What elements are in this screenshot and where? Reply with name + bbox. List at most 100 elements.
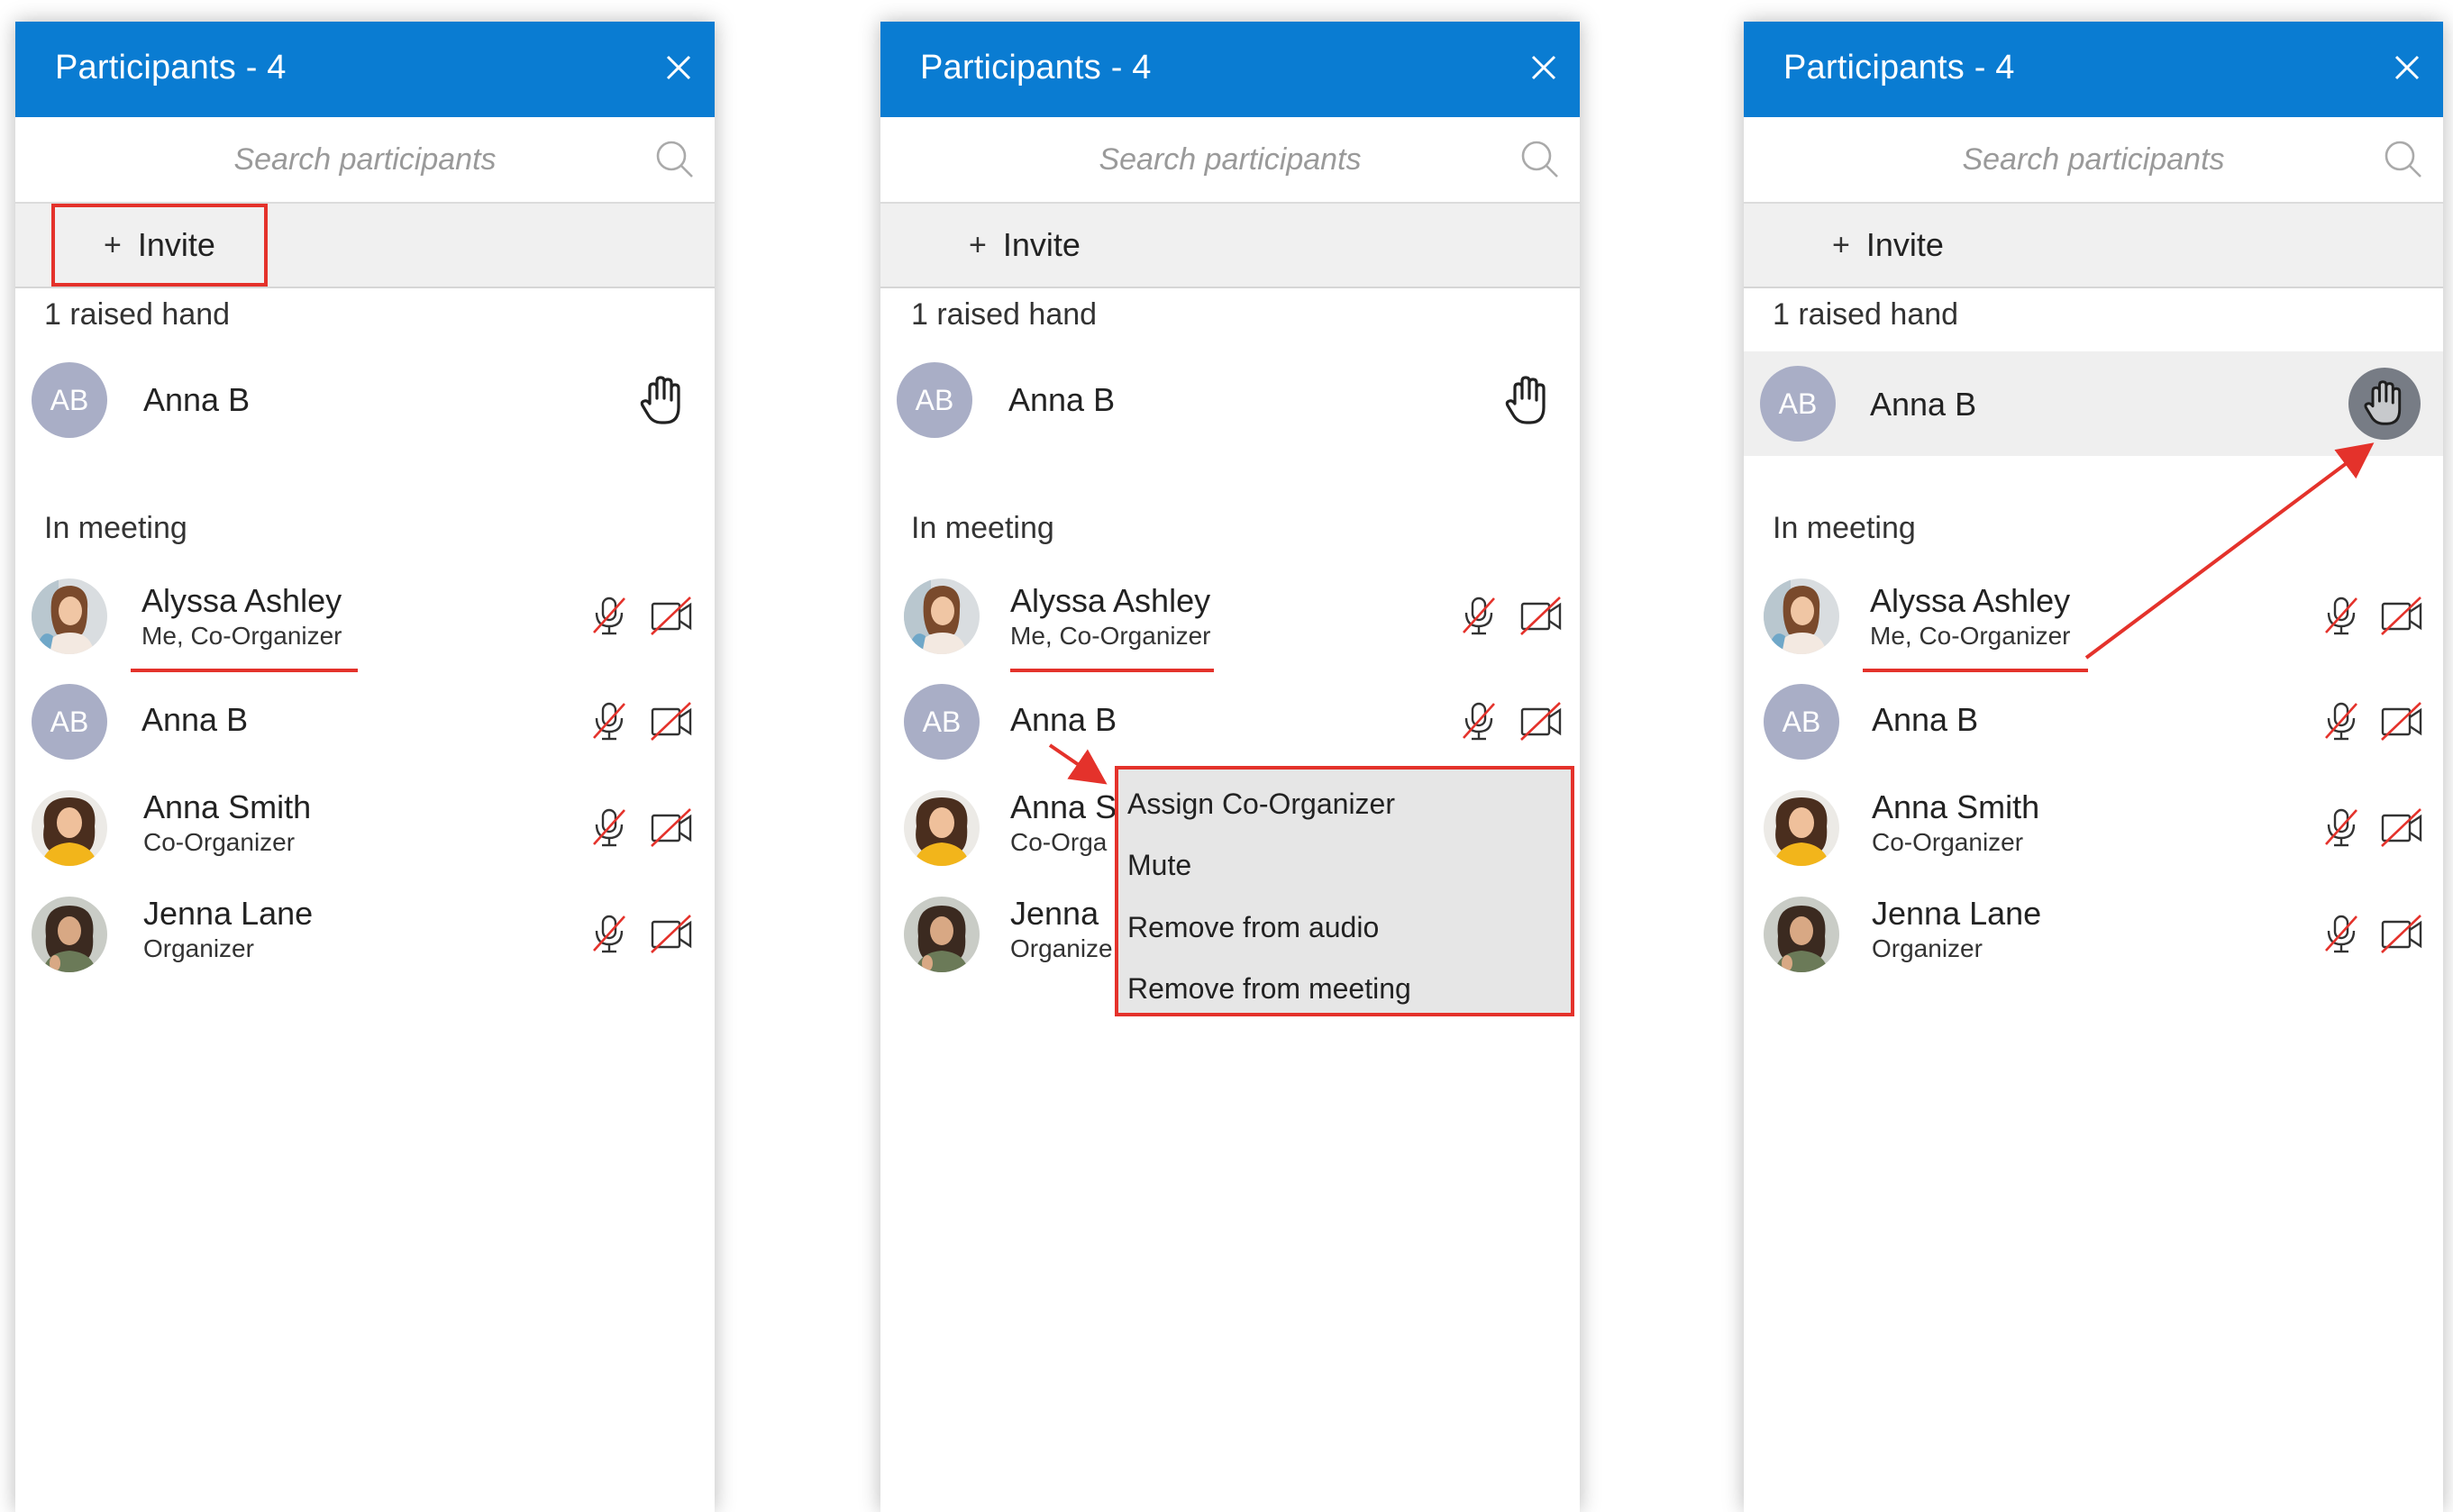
invite-button[interactable]: + Invite	[1780, 204, 1996, 287]
mic-muted-icon[interactable]	[587, 698, 632, 743]
panel-header: Participants - 4	[1744, 22, 2443, 117]
highlight-underline	[1863, 669, 2088, 672]
participant-name: Jenna Lane	[143, 895, 314, 932]
avatar	[32, 578, 107, 654]
raised-hand-heading: 1 raised hand	[911, 297, 1098, 332]
participant-name: Anna B	[143, 381, 251, 418]
avatar	[904, 897, 980, 972]
mic-muted-icon[interactable]	[2319, 593, 2364, 638]
participant-name: Anna B	[1010, 701, 1117, 738]
avatar: AB	[897, 362, 972, 438]
participant-row[interactable]: Alyssa Ashley Me, Co-Organizer	[880, 571, 1580, 672]
raised-hand-row[interactable]: AB Anna B	[1744, 351, 2443, 456]
search-input[interactable]	[880, 117, 1580, 202]
participant-row[interactable]: Jenna Lane Organizer	[1744, 889, 2443, 979]
participant-role: Me, Co-Organizer	[141, 622, 342, 650]
camera-off-icon[interactable]	[2379, 805, 2424, 850]
avatar	[1764, 578, 1839, 654]
raised-hand-heading: 1 raised hand	[1773, 297, 1959, 332]
close-icon[interactable]	[1526, 50, 1562, 86]
participant-name: Alyssa Ashley	[141, 582, 342, 619]
in-meeting-heading: In meeting	[44, 511, 187, 545]
raised-hand-row[interactable]: AB Anna B	[15, 355, 715, 445]
invite-button[interactable]: + Invite	[51, 204, 268, 287]
participant-role: Co-Orga	[1010, 828, 1108, 856]
search-input[interactable]	[1744, 117, 2443, 202]
avatar: AB	[32, 684, 107, 760]
camera-off-icon[interactable]	[649, 593, 694, 638]
search-icon[interactable]	[653, 138, 695, 179]
participant-name: Alyssa Ashley	[1010, 582, 1211, 619]
mic-muted-icon[interactable]	[1456, 698, 1501, 743]
raised-hand-icon[interactable]	[637, 373, 688, 427]
mic-muted-icon[interactable]	[587, 805, 632, 850]
menu-item-remove-from-meeting[interactable]: Remove from meeting	[1127, 972, 1411, 1006]
mic-muted-icon[interactable]	[587, 911, 632, 956]
camera-off-icon[interactable]	[2379, 698, 2424, 743]
highlight-underline	[131, 669, 358, 672]
panel-title: Participants - 4	[1783, 49, 2015, 87]
participant-name: Alyssa Ashley	[1870, 582, 2071, 619]
mic-muted-icon[interactable]	[2319, 911, 2364, 956]
camera-off-icon[interactable]	[649, 805, 694, 850]
plus-icon: +	[104, 227, 122, 262]
invite-bar: + Invite	[15, 204, 715, 288]
lower-hand-button[interactable]	[2348, 368, 2421, 440]
invite-bar: + Invite	[1744, 204, 2443, 288]
participant-name: Anna Smith	[143, 788, 312, 825]
camera-off-icon[interactable]	[649, 911, 694, 956]
invite-label: Invite	[1002, 226, 1081, 263]
mic-muted-icon[interactable]	[587, 593, 632, 638]
menu-item-mute[interactable]: Mute	[1127, 849, 1191, 882]
avatar: AB	[904, 684, 980, 760]
camera-off-icon[interactable]	[1518, 698, 1564, 743]
camera-off-icon[interactable]	[649, 698, 694, 743]
camera-off-icon[interactable]	[1518, 593, 1564, 638]
highlight-underline	[1010, 669, 1214, 672]
in-meeting-heading: In meeting	[1773, 511, 1916, 545]
plus-icon: +	[1832, 227, 1850, 262]
panel-title: Participants - 4	[920, 49, 1152, 87]
participant-role: Organize	[1010, 934, 1113, 962]
search-input[interactable]	[15, 117, 715, 202]
participant-role: Organizer	[143, 934, 254, 962]
participant-name: Anna B	[1008, 381, 1116, 418]
menu-item-remove-from-audio[interactable]: Remove from audio	[1127, 911, 1379, 944]
avatar	[904, 578, 980, 654]
participant-context-menu: Assign Co-Organizer Mute Remove from aud…	[1115, 766, 1574, 1016]
participant-row[interactable]: AB Anna B	[15, 677, 715, 767]
search-icon[interactable]	[2382, 138, 2423, 179]
menu-item-assign-co-organizer[interactable]: Assign Co-Organizer	[1127, 788, 1395, 821]
mic-muted-icon[interactable]	[2319, 698, 2364, 743]
panel-title: Participants - 4	[55, 49, 287, 87]
camera-off-icon[interactable]	[2379, 593, 2424, 638]
participant-role: Me, Co-Organizer	[1010, 622, 1211, 650]
raised-hand-row[interactable]: AB Anna B	[880, 355, 1580, 445]
participants-panel-3: Participants - 4 + Invite 1 raised hand …	[1744, 22, 2443, 1512]
raised-hand-icon[interactable]	[1502, 373, 1553, 427]
invite-button[interactable]: + Invite	[916, 204, 1133, 287]
participant-row[interactable]: AB Anna B	[1744, 677, 2443, 767]
participant-row[interactable]: Alyssa Ashley Me, Co-Organizer	[1744, 571, 2443, 672]
participant-role: Organizer	[1872, 934, 1983, 962]
participant-row[interactable]: Anna Smith Co-Organizer	[15, 783, 715, 873]
invite-label: Invite	[137, 226, 215, 263]
participant-name: Jenna Lane	[1872, 895, 2042, 932]
raised-hand-heading: 1 raised hand	[44, 297, 231, 332]
plus-icon: +	[969, 227, 987, 262]
participant-row[interactable]: Alyssa Ashley Me, Co-Organizer	[15, 571, 715, 672]
search-icon[interactable]	[1518, 138, 1560, 179]
participant-row[interactable]: Anna Smith Co-Organizer	[1744, 783, 2443, 873]
camera-off-icon[interactable]	[2379, 911, 2424, 956]
participant-name: Anna B	[1872, 701, 1979, 738]
participant-name: Anna S	[1010, 788, 1117, 825]
avatar: AB	[1760, 366, 1836, 442]
participant-row[interactable]: AB Anna B	[880, 677, 1580, 767]
participant-row[interactable]: Jenna Lane Organizer	[15, 889, 715, 979]
close-icon[interactable]	[661, 50, 697, 86]
close-icon[interactable]	[2389, 50, 2425, 86]
mic-muted-icon[interactable]	[2319, 805, 2364, 850]
participant-role: Co-Organizer	[143, 828, 296, 856]
invite-bar: + Invite	[880, 204, 1580, 288]
mic-muted-icon[interactable]	[1456, 593, 1501, 638]
